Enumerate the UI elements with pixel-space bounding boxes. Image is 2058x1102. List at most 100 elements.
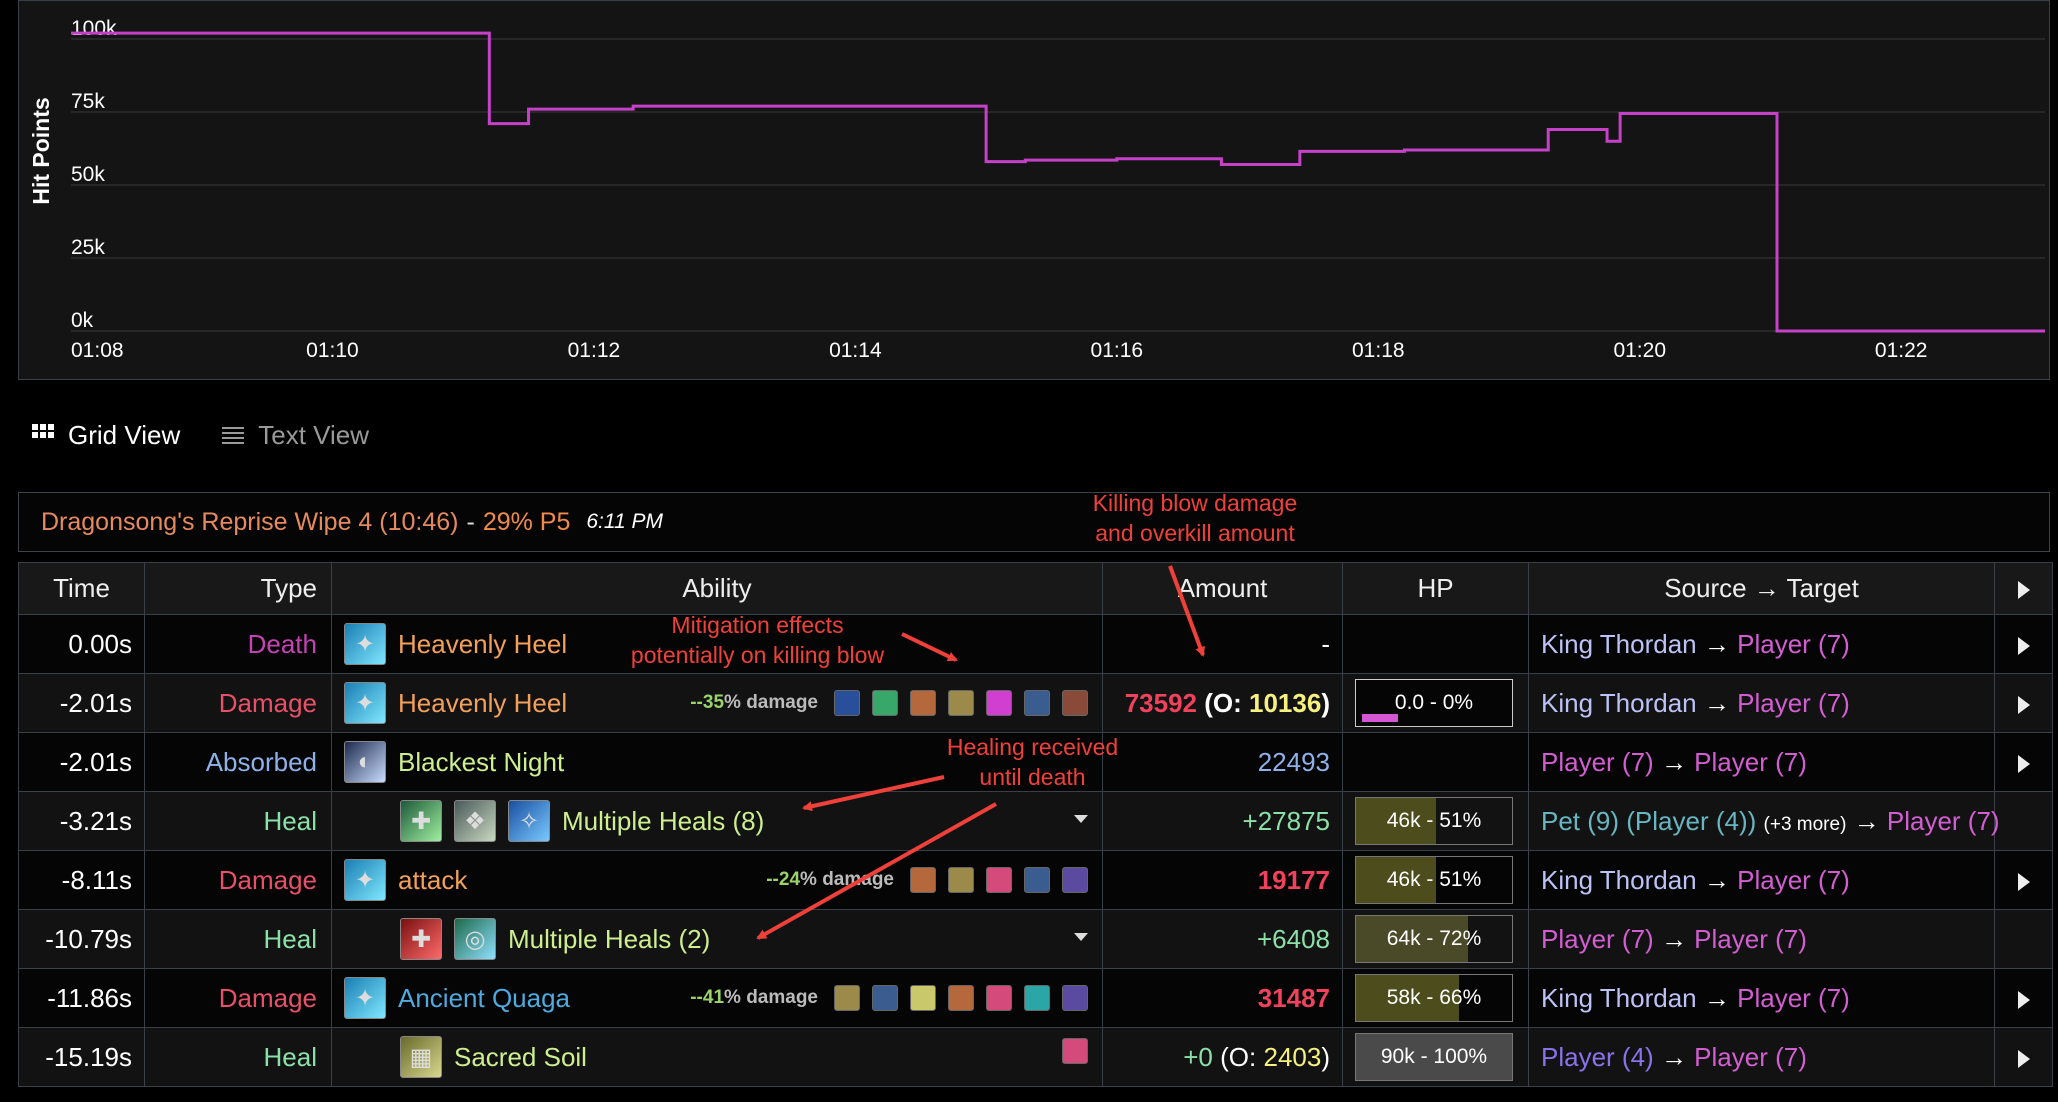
buff-icon[interactable] <box>910 985 936 1011</box>
buff-icon[interactable] <box>872 690 898 716</box>
table-row[interactable]: 0.00s Death ✦ Heavenly Heel - King Thord… <box>18 614 2053 674</box>
ability-name[interactable]: Blackest Night <box>398 747 564 778</box>
target-name[interactable]: Player (7) <box>1694 924 1807 954</box>
source-name[interactable]: King Thordan <box>1541 865 1697 895</box>
buff-icon[interactable] <box>948 867 974 893</box>
buff-icon[interactable] <box>1062 985 1088 1011</box>
y-tick-label: 25k <box>71 236 105 259</box>
table-row[interactable]: -15.19s Heal ▦ Sacred Soil +0 (O: 2403) … <box>18 1027 2053 1087</box>
buff-icon[interactable] <box>948 690 974 716</box>
encounter-time: 6:11 PM <box>586 510 664 533</box>
expand-row-button[interactable] <box>1994 1027 2053 1087</box>
chevron-down-icon[interactable] <box>1074 815 1088 823</box>
target-name[interactable]: Player (7) <box>1737 865 1850 895</box>
heal-spell-icon: ❖ <box>454 800 496 842</box>
buff-icon[interactable] <box>910 867 936 893</box>
heal-spell-icon: ✚ <box>400 800 442 842</box>
source-owner[interactable]: (Player (4)) <box>1626 806 1756 836</box>
target-name[interactable]: Player (7) <box>1694 747 1807 777</box>
table-row[interactable]: -3.21s Heal ✚ ❖ ✧ Multiple Heals (8) +27… <box>18 791 2053 851</box>
buff-icon[interactable] <box>948 985 974 1011</box>
heal-spell-icon: ◎ <box>454 918 496 960</box>
ability-name[interactable]: Ancient Quaga <box>398 983 570 1014</box>
row-time: -15.19s <box>18 1027 145 1087</box>
col-header-type[interactable]: Type <box>144 562 332 615</box>
hp-indicator: 90k - 100% <box>1355 1033 1513 1081</box>
table-row[interactable]: -10.79s Heal ✚ ◎ Multiple Heals (2) +640… <box>18 909 2053 969</box>
buff-icon[interactable] <box>1062 1038 1088 1064</box>
col-header-ability[interactable]: Ability <box>331 562 1103 615</box>
col-header-hp[interactable]: HP <box>1342 562 1529 615</box>
col-header-source-target[interactable]: Source → Target <box>1528 562 1995 615</box>
source-name[interactable]: Player (7) <box>1541 747 1654 777</box>
buff-icon[interactable] <box>834 690 860 716</box>
ability-name[interactable]: Sacred Soil <box>454 1042 587 1073</box>
hp-indicator: 46k - 51% <box>1355 797 1513 845</box>
target-name[interactable]: Player (7) <box>1737 688 1850 718</box>
more-sources[interactable]: (+3 more) <box>1764 814 1847 835</box>
source-name[interactable]: King Thordan <box>1541 983 1697 1013</box>
ability-name[interactable]: Heavenly Heel <box>398 688 567 719</box>
expand-row-button[interactable] <box>1994 732 2053 792</box>
hp-label: 90k - 100% <box>1380 1045 1488 1068</box>
buff-icon[interactable] <box>986 690 1012 716</box>
ability-name[interactable]: Multiple Heals (8) <box>562 806 764 837</box>
expand-row-button[interactable] <box>1994 968 2053 1028</box>
amount-value: +27875 <box>1242 805 1330 836</box>
hp-indicator: 58k - 66% <box>1355 974 1513 1022</box>
ability-name[interactable]: Heavenly Heel <box>398 629 567 660</box>
source-name[interactable]: Player (4) <box>1541 1042 1654 1072</box>
row-amount: +6408 <box>1102 909 1343 969</box>
buff-icon[interactable] <box>834 985 860 1011</box>
buff-icon[interactable] <box>986 867 1012 893</box>
row-source-target: Player (7) → Player (7) <box>1528 732 1995 792</box>
source-name[interactable]: King Thordan <box>1541 629 1697 659</box>
row-hp: 90k - 100% <box>1342 1027 1529 1087</box>
buff-icon[interactable] <box>1024 690 1050 716</box>
row-ability: ✚ ◎ Multiple Heals (2) <box>331 909 1103 969</box>
amount-value: - <box>1321 628 1330 659</box>
overkill-open: (O: <box>1204 687 1250 718</box>
buff-icon[interactable] <box>1024 985 1050 1011</box>
tab-grid-view[interactable]: Grid View <box>32 420 180 451</box>
col-header-time[interactable]: Time <box>18 562 145 615</box>
right-arrow-icon: → <box>1660 923 1687 954</box>
buff-icon[interactable] <box>1062 867 1088 893</box>
row-time: -10.79s <box>18 909 145 969</box>
target-name[interactable]: Player (7) <box>1737 629 1850 659</box>
source-name[interactable]: Player (7) <box>1541 924 1654 954</box>
row-time: -11.86s <box>18 968 145 1028</box>
target-name[interactable]: Player (7) <box>1887 806 2000 836</box>
mitigation-label: % damage <box>724 692 818 713</box>
table-row[interactable]: -2.01s Damage ✦ Heavenly Heel --35% dama… <box>18 673 2053 733</box>
chevron-down-icon[interactable] <box>1074 933 1088 941</box>
row-amount: 73592 (O: 10136) <box>1102 673 1343 733</box>
buff-icon[interactable] <box>872 985 898 1011</box>
source-name[interactable]: King Thordan <box>1541 688 1697 718</box>
row-type: Absorbed <box>144 732 332 792</box>
target-name[interactable]: Player (7) <box>1694 1042 1807 1072</box>
annotation-healing: Healing received until death <box>946 734 1119 790</box>
expand-row-button[interactable] <box>1994 673 2053 733</box>
buff-icon[interactable] <box>1062 690 1088 716</box>
buff-icon[interactable] <box>910 690 936 716</box>
row-ability: ✚ ❖ ✧ Multiple Heals (8) <box>331 791 1103 851</box>
tab-text-view[interactable]: Text View <box>222 420 369 451</box>
y-tick-label: 100k <box>71 17 117 40</box>
expand-all-button[interactable] <box>1994 562 2053 615</box>
buff-icon[interactable] <box>1024 867 1050 893</box>
target-name[interactable]: Player (7) <box>1737 983 1850 1013</box>
expand-row-button[interactable] <box>1994 850 2053 910</box>
encounter-name[interactable]: Dragonsong's Reprise Wipe 4 (10:46) <box>41 508 458 537</box>
row-source-target: King Thordan → Player (7) <box>1528 968 1995 1028</box>
mitigation-effects: --35% damage <box>690 674 1088 732</box>
table-row[interactable]: -11.86s Damage ✦ Ancient Quaga --41% dam… <box>18 968 2053 1028</box>
table-row[interactable]: -8.11s Damage ✦ attack --24% damage 1917… <box>18 850 2053 910</box>
buff-icon[interactable] <box>986 985 1012 1011</box>
ability-name[interactable]: attack <box>398 865 467 896</box>
source-name[interactable]: Pet (9) <box>1541 806 1619 836</box>
expand-row-button[interactable] <box>1994 614 2053 674</box>
col-header-amount[interactable]: Amount <box>1102 562 1343 615</box>
mitigation-label: % damage <box>724 987 818 1008</box>
ability-name[interactable]: Multiple Heals (2) <box>508 924 710 955</box>
